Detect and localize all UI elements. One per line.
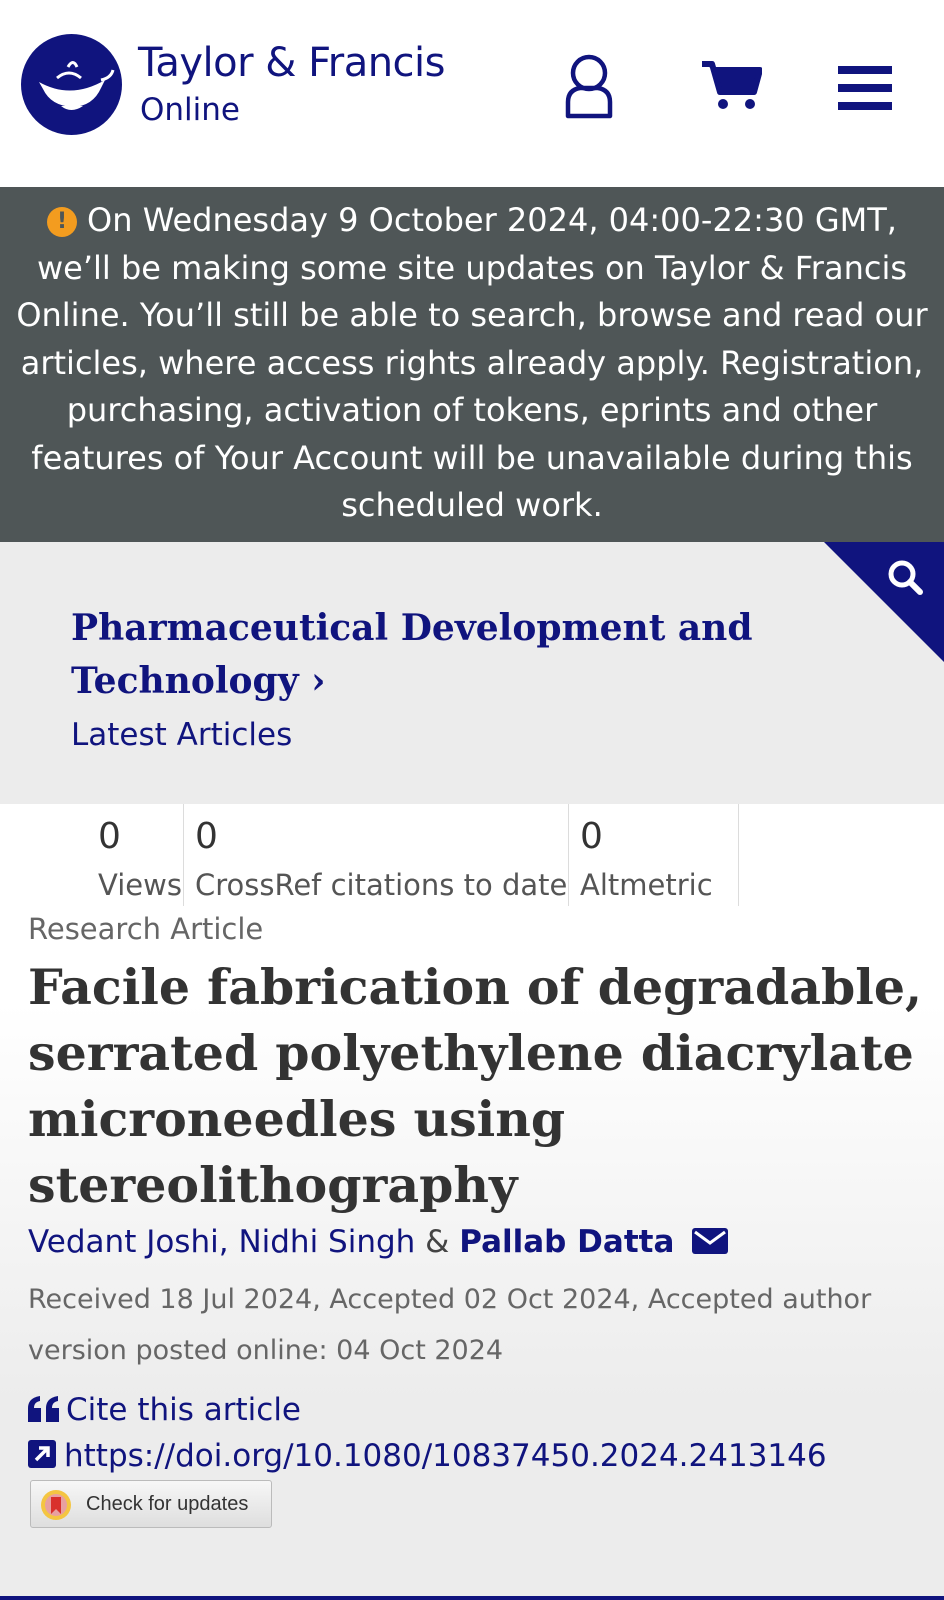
doi-link[interactable]: https://doi.org/10.1080/10837450.2024.24… [28, 1438, 827, 1476]
metric-crossref: 0 CrossRef citations to date [195, 804, 568, 906]
logo-title[interactable]: Taylor & Francis [138, 40, 446, 86]
article-section: 0 Views 0 CrossRef citations to date 0 A… [0, 804, 944, 1600]
doi-url[interactable]: https://doi.org/10.1080/10837450.2024.24… [64, 1438, 827, 1474]
quote-icon [28, 1394, 60, 1430]
external-link-icon [28, 1440, 56, 1476]
logo-subtitle[interactable]: Online [140, 92, 240, 128]
metric-value: 0 [195, 816, 218, 857]
metric-divider [568, 804, 569, 906]
maintenance-banner: ! On Wednesday 9 October 2024, 04:00-22:3… [0, 187, 944, 542]
author-link[interactable]: Pallab Datta [459, 1224, 674, 1260]
cite-article-link[interactable]: Cite this article [28, 1392, 301, 1430]
journal-title-link[interactable]: Pharmaceutical Development and Technolog… [71, 602, 771, 708]
author-separator: , [218, 1224, 239, 1260]
check-for-updates-label: Check for updates [86, 1493, 249, 1515]
envelope-icon[interactable] [692, 1226, 729, 1262]
metric-divider [738, 804, 739, 906]
menu-icon[interactable] [838, 66, 892, 115]
logo-icon[interactable] [21, 34, 122, 135]
exclamation-icon: ! [47, 207, 78, 237]
author-link[interactable]: Vedant Joshi [28, 1224, 219, 1260]
check-for-updates-button[interactable]: Check for updates [30, 1480, 272, 1528]
metric-value: 0 [580, 816, 603, 857]
article-type: Research Article [28, 912, 264, 946]
bottom-divider [0, 1596, 944, 1600]
author-list: Vedant Joshi, Nidhi Singh & Pallab Datta [28, 1224, 729, 1262]
banner-text: On Wednesday 9 October 2024, 04:00-22:30… [16, 201, 928, 524]
site-header: Taylor & Francis Online [0, 0, 944, 187]
article-title: Facile fabrication of degradable, serrat… [28, 958, 923, 1214]
article-metrics: 0 Views 0 CrossRef citations to date 0 A… [0, 804, 944, 906]
cite-label[interactable]: Cite this article [66, 1392, 301, 1428]
crossmark-icon [39, 1488, 73, 1528]
journal-title[interactable]: Pharmaceutical Development and Technolog… [71, 607, 753, 702]
latest-articles-link[interactable]: Latest Articles [71, 717, 292, 753]
metric-divider [183, 804, 184, 906]
search-icon[interactable] [824, 542, 944, 667]
metric-altmetric[interactable]: 0 Altmetric [580, 804, 730, 906]
author-link[interactable]: Nidhi Singh [238, 1224, 415, 1260]
journal-header: Pharmaceutical Development and Technolog… [0, 542, 944, 804]
metric-label: Views [98, 868, 182, 902]
author-separator: & [415, 1224, 460, 1260]
metric-label: CrossRef citations to date [195, 868, 568, 902]
user-icon[interactable] [560, 54, 618, 125]
publication-dates: Received 18 Jul 2024, Accepted 02 Oct 20… [28, 1284, 872, 1366]
chevron-right-icon: › [311, 660, 326, 702]
metric-value: 0 [98, 816, 121, 857]
metric-views: 0 Views [98, 804, 182, 906]
cart-icon[interactable] [700, 58, 763, 117]
metric-label: Altmetric [580, 868, 713, 902]
